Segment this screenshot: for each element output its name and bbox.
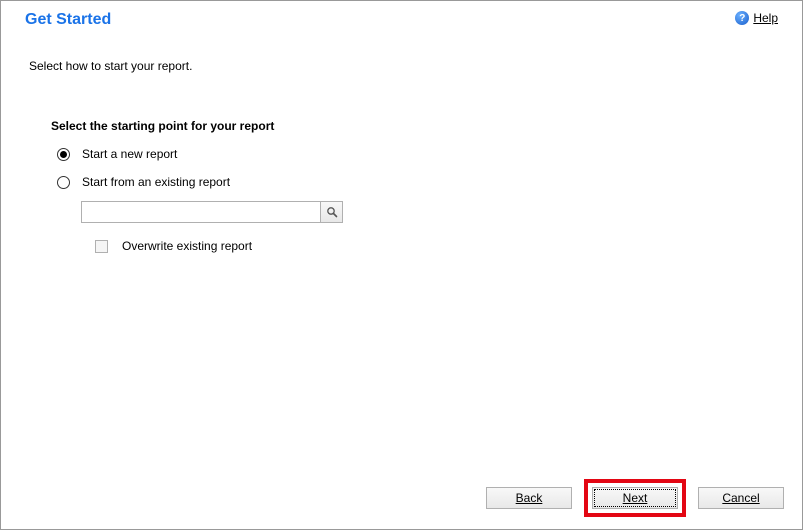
overwrite-checkbox-label: Overwrite existing report: [122, 239, 252, 253]
page-title: Get Started: [25, 11, 111, 29]
help-link[interactable]: ? Help: [735, 11, 778, 25]
radio-start-new-label: Start a new report: [82, 147, 177, 161]
radio-start-new[interactable]: [57, 148, 70, 161]
radio-selected-dot-icon: [60, 151, 67, 158]
help-icon: ?: [735, 11, 749, 25]
next-button-highlight: Next: [584, 479, 686, 517]
help-link-label: Help: [753, 11, 778, 25]
section-heading: Select the starting point for your repor…: [51, 119, 802, 133]
existing-report-path-input[interactable]: [81, 201, 321, 223]
instruction-text: Select how to start your report.: [1, 29, 802, 73]
browse-button[interactable]: [321, 201, 343, 223]
next-button[interactable]: Next: [592, 487, 678, 509]
overwrite-checkbox[interactable]: [95, 240, 108, 253]
cancel-button[interactable]: Cancel: [698, 487, 784, 509]
back-button[interactable]: Back: [486, 487, 572, 509]
radio-start-existing[interactable]: [57, 176, 70, 189]
radio-start-existing-label: Start from an existing report: [82, 175, 230, 189]
search-icon: [326, 206, 338, 218]
